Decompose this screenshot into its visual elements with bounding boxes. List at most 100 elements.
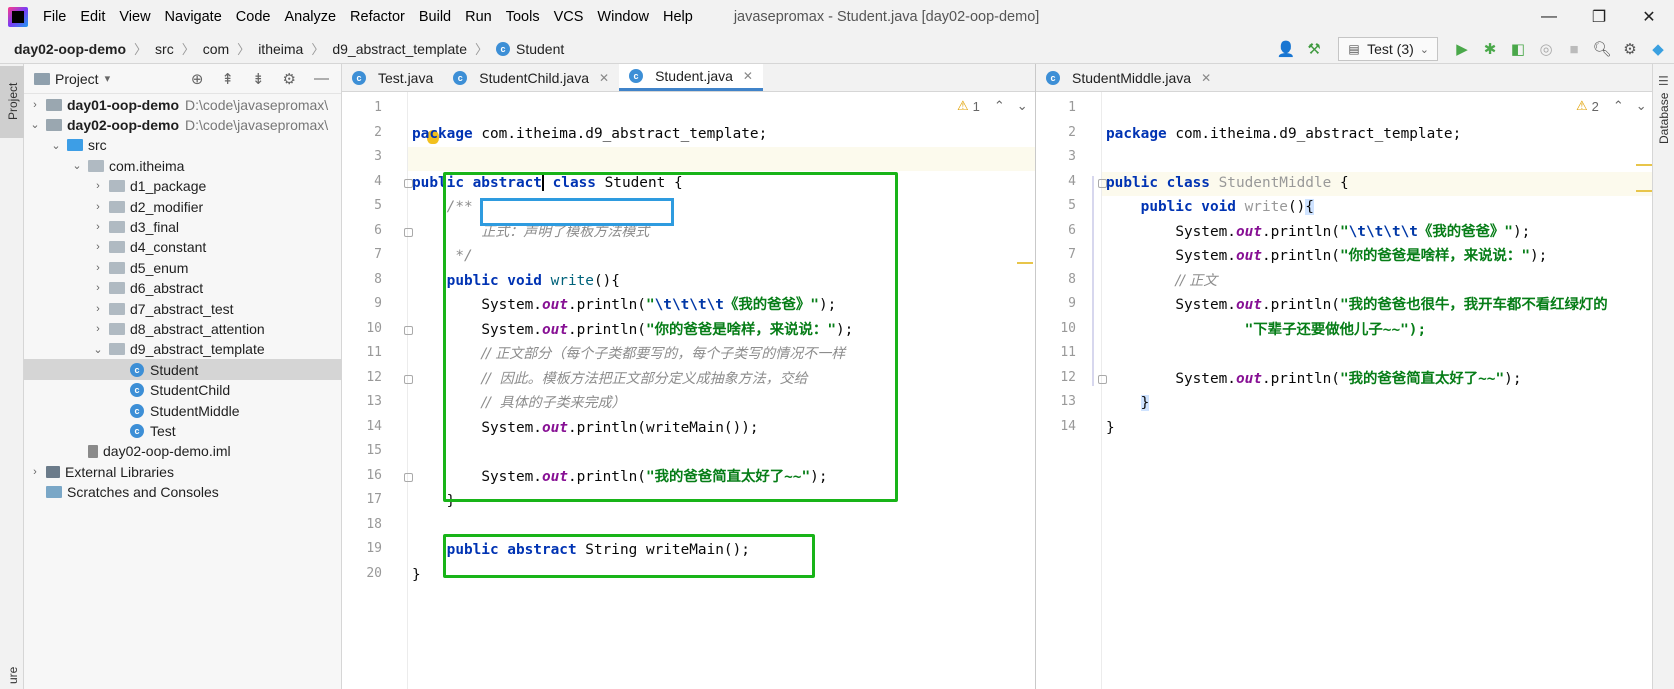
code-line: } <box>1106 419 1115 436</box>
editor-tab[interactable]: c StudentChild.java ✕ <box>443 64 619 91</box>
menu-view[interactable]: View <box>112 9 157 25</box>
chevron-down-icon[interactable]: ⌄ <box>49 139 63 152</box>
tree-item[interactable]: › External Libraries <box>24 461 342 482</box>
chevron-right-icon[interactable]: › <box>91 323 105 335</box>
tree-item[interactable]: › d1_package <box>24 176 342 197</box>
project-panel-title[interactable]: Project <box>55 71 99 87</box>
chevron-down-icon[interactable]: ⌄ <box>1017 98 1028 114</box>
chevron-right-icon[interactable]: › <box>91 221 105 233</box>
close-window-icon[interactable]: ✕ <box>1624 0 1674 34</box>
gear-icon[interactable]: ⚙ <box>283 70 296 88</box>
chevron-right-icon[interactable]: › <box>91 201 105 213</box>
breadcrumb-src[interactable]: src <box>155 41 174 57</box>
expand-all-icon[interactable]: ⇞ <box>221 70 234 88</box>
chevron-right-icon: 〉 <box>474 42 488 57</box>
menu-tools[interactable]: Tools <box>499 9 547 25</box>
tree-item[interactable]: day02-oop-demo.iml <box>24 441 342 462</box>
warning-indicator[interactable]: ⚠ 1 ⌃ ⌄ <box>957 98 1028 114</box>
user-icon[interactable]: 👤 <box>1276 39 1296 59</box>
chevron-down-icon[interactable]: ⌄ <box>1636 98 1647 114</box>
profile-icon[interactable]: ◎ <box>1536 39 1556 59</box>
run-configuration-select[interactable]: ▤ Test (3) ⌄ <box>1338 37 1438 61</box>
menu-navigate[interactable]: Navigate <box>158 9 229 25</box>
warning-indicator[interactable]: ⚠ 2 ⌃ ⌄ <box>1576 98 1647 114</box>
menu-code[interactable]: Code <box>229 9 278 25</box>
chevron-down-icon[interactable]: ⌄ <box>28 118 42 131</box>
close-icon[interactable]: ✕ <box>599 71 609 85</box>
menu-vcs[interactable]: VCS <box>547 9 591 25</box>
debug-icon[interactable]: ✱ <box>1480 39 1500 59</box>
breadcrumb-package[interactable]: d9_abstract_template <box>332 41 467 57</box>
chevron-right-icon[interactable]: › <box>91 262 105 274</box>
breadcrumb-itheima[interactable]: itheima <box>258 41 303 57</box>
locate-icon[interactable]: ⊕ <box>191 70 204 88</box>
project-tool-tab[interactable]: Project <box>0 66 24 138</box>
tree-item[interactable]: c StudentMiddle <box>24 400 342 421</box>
menu-file[interactable]: File <box>36 9 73 25</box>
close-icon[interactable]: ✕ <box>1201 71 1211 85</box>
menu-edit[interactable]: Edit <box>73 9 112 25</box>
database-tool-tab-label[interactable]: Database <box>1657 93 1671 144</box>
tree-item[interactable]: › d4_constant <box>24 237 342 258</box>
menu-help[interactable]: Help <box>656 9 700 25</box>
tree-item[interactable]: ⌄ d9_abstract_template <box>24 339 342 360</box>
plugin-icon[interactable]: ◆ <box>1648 39 1668 59</box>
tree-item[interactable]: ⌄ com.itheima <box>24 155 342 176</box>
tree-item[interactable]: c Student <box>24 359 342 381</box>
menu-window[interactable]: Window <box>590 9 656 25</box>
menu-run[interactable]: Run <box>458 9 499 25</box>
breadcrumb-com[interactable]: com <box>203 41 229 57</box>
chevron-right-icon[interactable]: › <box>91 241 105 253</box>
tree-item[interactable]: › d7_abstract_test <box>24 298 342 319</box>
tree-item[interactable]: Scratches and Consoles <box>24 482 342 503</box>
editor-tab[interactable]: c Test.java <box>342 64 443 91</box>
line-number: 18 <box>366 516 382 532</box>
build-hammer-icon[interactable]: ⚒ <box>1304 39 1324 59</box>
right-code-editor[interactable]: 1 2 3 4 5 6 7 8 9 10 11 12 13 14 package com.itheima.… <box>1036 92 1652 689</box>
minimize-icon[interactable]: — <box>1524 0 1574 34</box>
search-icon[interactable]: 🔍︎ <box>1592 39 1612 59</box>
menu-build[interactable]: Build <box>412 9 458 25</box>
chevron-up-icon[interactable]: ⌃ <box>1613 98 1624 114</box>
menu-refactor[interactable]: Refactor <box>343 9 412 25</box>
chevron-right-icon[interactable]: › <box>91 180 105 192</box>
chevron-right-icon[interactable]: › <box>28 99 42 111</box>
tree-item[interactable]: › d2_modifier <box>24 196 342 217</box>
restore-icon[interactable]: ❐ <box>1574 0 1624 34</box>
menu-analyze[interactable]: Analyze <box>277 9 343 25</box>
tree-item[interactable]: › d6_abstract <box>24 278 342 299</box>
chevron-up-icon[interactable]: ⌃ <box>994 98 1005 114</box>
structure-tool-tab-label[interactable]: ure <box>6 667 20 684</box>
error-stripe-marker[interactable] <box>1017 262 1033 264</box>
database-icon[interactable]: ☰ <box>1658 74 1669 88</box>
settings-gear-icon[interactable]: ⚙ <box>1620 39 1640 59</box>
tree-item[interactable]: › day01-oop-demo D:\code\javasepromax\ <box>24 94 342 115</box>
tree-item[interactable]: c Test <box>24 420 342 441</box>
stop-icon[interactable]: ■ <box>1564 39 1584 59</box>
close-icon[interactable]: ✕ <box>743 69 753 83</box>
error-stripe-marker[interactable] <box>1636 164 1652 166</box>
chevron-right-icon[interactable]: › <box>28 466 42 478</box>
tree-item[interactable]: › d8_abstract_attention <box>24 318 342 339</box>
breadcrumb-class[interactable]: c Student <box>496 41 564 57</box>
editor-tab[interactable]: c Student.java ✕ <box>619 64 763 91</box>
tree-item[interactable]: › d3_final <box>24 216 342 237</box>
tree-item[interactable]: c StudentChild <box>24 380 342 401</box>
breadcrumb-project[interactable]: day02-oop-demo <box>14 41 126 57</box>
tree-item[interactable]: ⌄ day02-oop-demo D:\code\javasepromax\ <box>24 114 342 135</box>
error-stripe-marker[interactable] <box>1636 190 1652 192</box>
collapse-all-icon[interactable]: ⇟ <box>252 70 265 88</box>
chevron-down-icon[interactable]: ⌄ <box>91 343 105 356</box>
chevron-down-icon[interactable]: ▾ <box>105 72 111 85</box>
chevron-down-icon[interactable]: ⌄ <box>70 159 84 172</box>
hide-icon[interactable]: — <box>314 70 329 88</box>
chevron-right-icon[interactable]: › <box>91 282 105 294</box>
tree-item[interactable]: ⌄ src <box>24 135 342 156</box>
editor-tab[interactable]: c StudentMiddle.java ✕ <box>1036 64 1221 91</box>
tree-item[interactable]: › d5_enum <box>24 257 342 278</box>
run-icon[interactable]: ▶ <box>1452 39 1472 59</box>
chevron-right-icon[interactable]: › <box>91 303 105 315</box>
coverage-icon[interactable]: ◧ <box>1508 39 1528 59</box>
left-code-editor[interactable]: 1 2 3 4 5 6 7 8 9 10 11 12 13 14 15 16 17 18 19 20 package … <box>342 92 1035 689</box>
